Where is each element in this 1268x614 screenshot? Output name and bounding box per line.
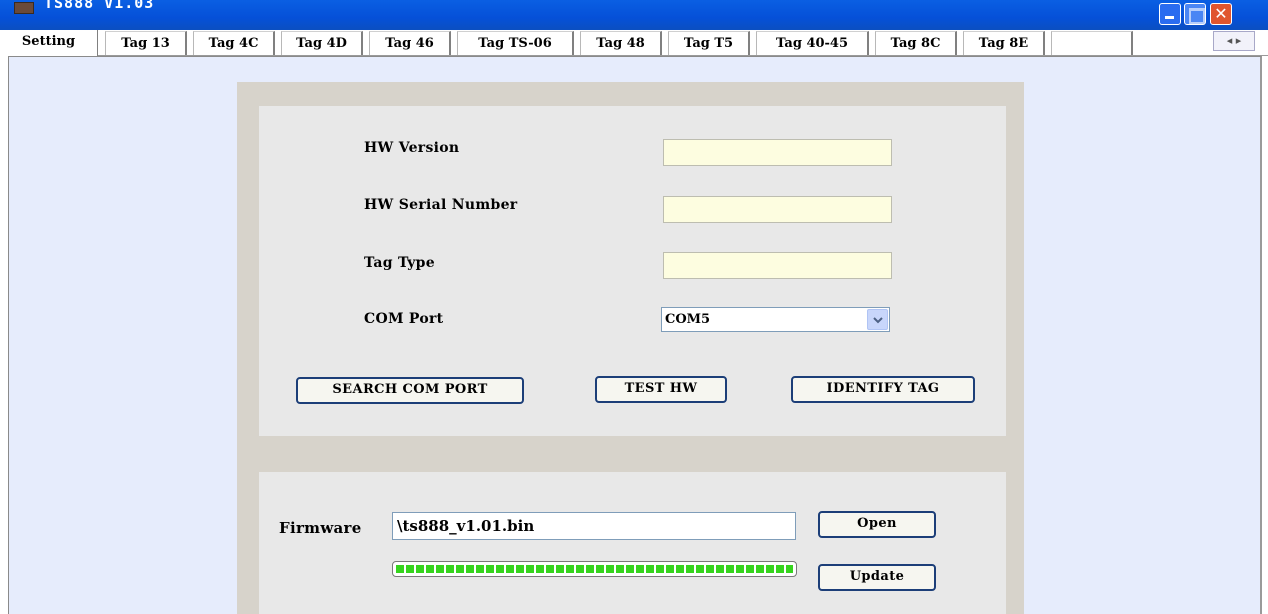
app-icon <box>14 2 34 14</box>
identify-tag-button[interactable]: IDENTIFY TAG <box>791 376 975 403</box>
tab-blank[interactable] <box>1051 31 1133 55</box>
maximize-button[interactable] <box>1184 3 1206 25</box>
firmware-panel: Firmware \ts888_v1.01.bin Open Update <box>259 472 1006 614</box>
tab-setting[interactable]: Setting <box>0 30 98 56</box>
tab-strip: Setting Tag 13 Tag 4C Tag 4D Tag 46 Tag … <box>0 30 1268 56</box>
hw-version-label: HW Version <box>364 140 460 156</box>
scroll-right-icon[interactable]: ▸ <box>1236 34 1242 47</box>
chevron-down-icon[interactable] <box>867 309 888 330</box>
tab-tag-t5[interactable]: Tag T5 <box>668 31 750 55</box>
tab-tag-4c[interactable]: Tag 4C <box>193 31 275 55</box>
window-title: TS888 V1.03 <box>44 0 155 12</box>
tag-type-field[interactable] <box>663 252 892 279</box>
com-port-select[interactable]: COM5 <box>661 307 890 332</box>
hw-serial-label: HW Serial Number <box>364 197 518 213</box>
com-port-label: COM Port <box>364 311 444 327</box>
settings-frame: HW Version HW Serial Number Tag Type COM… <box>237 82 1024 614</box>
update-button[interactable]: Update <box>818 564 936 591</box>
hardware-panel: HW Version HW Serial Number Tag Type COM… <box>259 106 1006 436</box>
firmware-progress-bar <box>392 561 797 577</box>
tag-type-label: Tag Type <box>364 255 435 271</box>
firmware-path-value: \ts888_v1.01.bin <box>397 517 535 535</box>
open-button[interactable]: Open <box>818 511 936 538</box>
com-port-value: COM5 <box>665 312 711 327</box>
hw-version-field[interactable] <box>663 139 892 166</box>
tab-scroll-control[interactable]: ◂ ▸ <box>1213 31 1255 51</box>
test-hw-button[interactable]: TEST HW <box>595 376 727 403</box>
progress-fill <box>396 565 793 573</box>
search-com-port-button[interactable]: SEARCH COM PORT <box>296 377 524 404</box>
tab-tag-46[interactable]: Tag 46 <box>369 31 451 55</box>
setting-page: HW Version HW Serial Number Tag Type COM… <box>8 56 1262 614</box>
hw-serial-field[interactable] <box>663 196 892 223</box>
close-button[interactable]: ✕ <box>1210 3 1232 25</box>
firmware-label: Firmware <box>279 519 362 537</box>
firmware-path-input[interactable]: \ts888_v1.01.bin <box>392 512 796 540</box>
tab-tag-13[interactable]: Tag 13 <box>105 31 187 55</box>
tab-tag-8c[interactable]: Tag 8C <box>875 31 957 55</box>
minimize-button[interactable] <box>1159 3 1181 25</box>
tab-tag-40-45[interactable]: Tag 40-45 <box>756 31 869 55</box>
tab-tag-48[interactable]: Tag 48 <box>580 31 662 55</box>
title-area: TS888 V1.03 <box>0 0 700 15</box>
tab-tag-4d[interactable]: Tag 4D <box>281 31 363 55</box>
title-bar: TS888 V1.03 ✕ <box>0 0 1268 30</box>
close-icon: ✕ <box>1214 4 1228 23</box>
tab-tag-ts-06[interactable]: Tag TS-06 <box>457 31 574 55</box>
scroll-left-icon[interactable]: ◂ <box>1227 34 1233 47</box>
tab-tag-8e[interactable]: Tag 8E <box>963 31 1045 55</box>
